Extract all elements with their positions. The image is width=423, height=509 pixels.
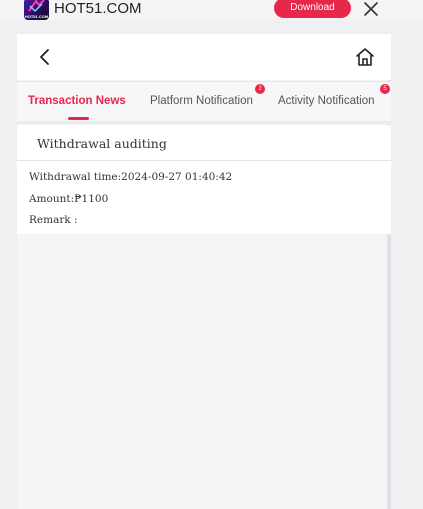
withdrawal-time: Withdrawal time:2024-09-27 01:40:42 xyxy=(29,171,233,183)
download-button[interactable]: Download xyxy=(274,0,351,18)
logo-text: HOT51.COM xyxy=(24,14,49,19)
page-header xyxy=(17,34,391,80)
tab-divider xyxy=(17,121,391,124)
activity-badge: 5 xyxy=(380,84,390,94)
logo-icon[interactable]: HOT51.COM xyxy=(24,0,49,20)
close-icon[interactable] xyxy=(363,1,379,17)
tab-activity-notification[interactable]: Activity Notification xyxy=(278,95,375,107)
card-divider xyxy=(17,160,391,161)
logo-mark xyxy=(28,0,45,13)
tab-transaction-news[interactable]: Transaction News xyxy=(28,95,126,107)
tab-platform-notification[interactable]: Platform Notification xyxy=(150,95,253,107)
withdrawal-amount: Amount:₱1100 xyxy=(29,193,109,205)
home-icon[interactable] xyxy=(354,46,376,68)
notification-tabs: Transaction News Platform Notification 2… xyxy=(17,81,391,121)
platform-badge: 2 xyxy=(255,84,265,94)
message-card[interactable]: Withdrawal auditing Withdrawal time:2024… xyxy=(17,125,391,234)
brand-name: HOT51.COM xyxy=(54,0,142,17)
message-title: Withdrawal auditing xyxy=(37,136,167,151)
top-banner: HOT51.COM HOT51.COM Download xyxy=(0,0,423,20)
withdrawal-remark: Remark : xyxy=(29,214,78,226)
active-tab-indicator xyxy=(68,117,89,120)
back-icon[interactable] xyxy=(35,47,55,67)
